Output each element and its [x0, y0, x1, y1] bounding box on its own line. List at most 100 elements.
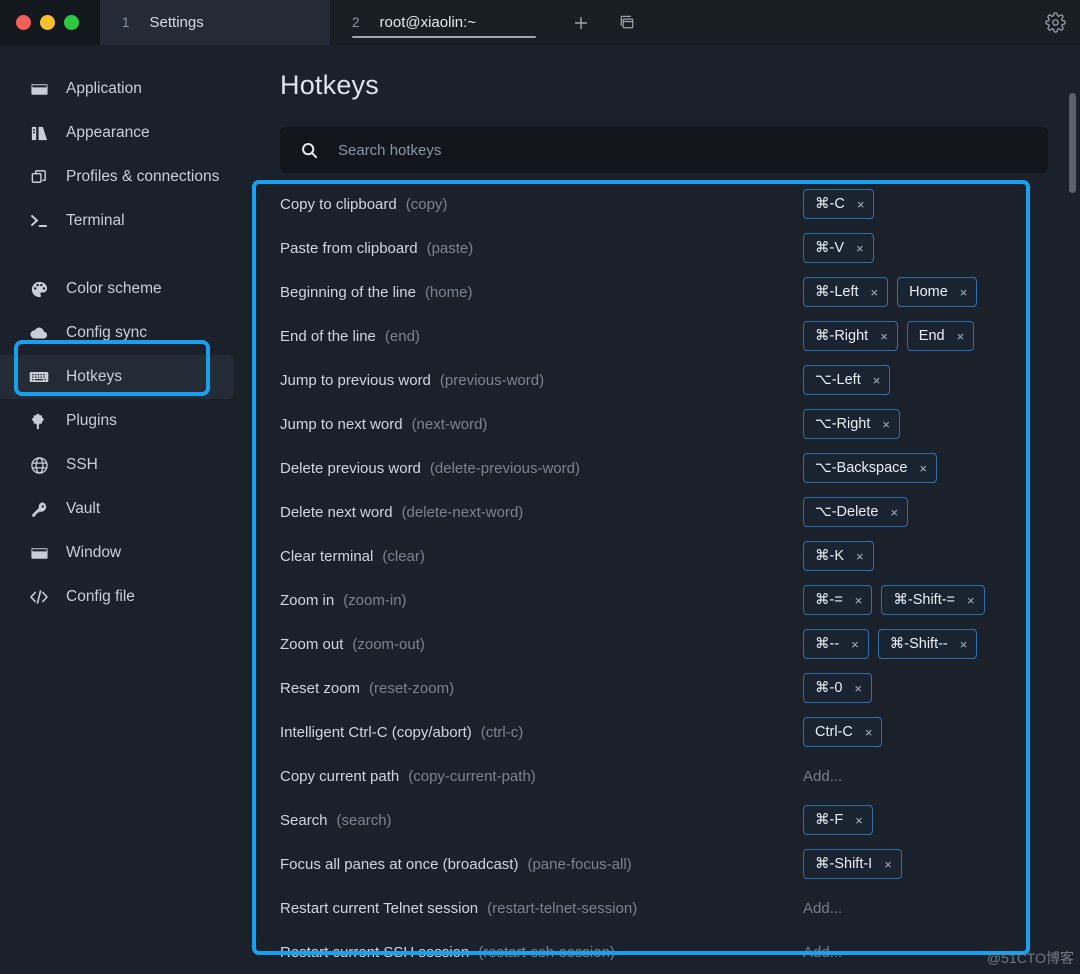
- hotkey-bindings: ⌘-Left × Home ×: [803, 277, 978, 307]
- remove-binding-icon[interactable]: ×: [960, 638, 968, 651]
- hotkey-id: (search): [336, 811, 392, 829]
- sidebar-item-config-sync[interactable]: Config sync: [0, 311, 250, 355]
- hotkey-chip[interactable]: ⌘-Right ×: [803, 321, 898, 351]
- sidebar-item-window[interactable]: Window: [0, 531, 250, 575]
- terminal-icon: [28, 210, 50, 232]
- hotkey-row[interactable]: Zoom in (zoom-in) ⌘-= × ⌘-Shift-= ×: [255, 578, 1060, 622]
- hotkey-bindings: ⌘-K ×: [803, 541, 874, 571]
- remove-binding-icon[interactable]: ×: [960, 286, 968, 299]
- hotkey-chip[interactable]: ⌘-Shift-- ×: [877, 629, 978, 659]
- sidebar-item-ssh[interactable]: SSH: [0, 443, 250, 487]
- maximize-window-button[interactable]: [64, 15, 79, 30]
- hotkey-chip[interactable]: Ctrl-C ×: [803, 717, 883, 747]
- hotkey-chip-label: ⌘-C: [815, 196, 845, 212]
- remove-binding-icon[interactable]: ×: [856, 550, 864, 563]
- hotkey-chip[interactable]: Home ×: [897, 277, 978, 307]
- remove-binding-icon[interactable]: ×: [884, 858, 892, 871]
- hotkey-row[interactable]: Delete next word (delete-next-word) ⌥-Dele…: [255, 490, 1060, 534]
- hotkey-row[interactable]: Focus all panes at once (broadcast) (pane…: [255, 842, 1060, 886]
- hotkey-list[interactable]: Copy to clipboard (copy) ⌘-C × Paste from cl…: [255, 182, 1060, 974]
- remove-binding-icon[interactable]: ×: [865, 726, 873, 739]
- hotkey-bindings: ⌘-V ×: [803, 233, 874, 263]
- minimize-window-button[interactable]: [40, 15, 55, 30]
- add-binding-button[interactable]: Add...: [803, 900, 842, 917]
- remove-binding-icon[interactable]: ×: [871, 286, 879, 299]
- tab-terminal[interactable]: 2 root@xiaolin:~: [330, 0, 558, 45]
- remove-binding-icon[interactable]: ×: [855, 594, 863, 607]
- hotkey-row[interactable]: Delete previous word (delete-previous-wor…: [255, 446, 1060, 490]
- sidebar-item-plugins[interactable]: Plugins: [0, 399, 250, 443]
- hotkey-chip[interactable]: ⌘-- ×: [803, 629, 869, 659]
- gear-icon[interactable]: [1030, 0, 1080, 45]
- new-tab-button[interactable]: [558, 0, 604, 45]
- hotkey-chip[interactable]: ⌥-Right ×: [803, 409, 900, 439]
- hotkey-chip[interactable]: ⌘-0 ×: [803, 673, 872, 703]
- hotkey-bindings: ⌥-Right ×: [803, 409, 900, 439]
- hotkey-chip[interactable]: ⌥-Delete ×: [803, 497, 909, 527]
- remove-binding-icon[interactable]: ×: [957, 330, 965, 343]
- sidebar-item-terminal[interactable]: Terminal: [0, 199, 250, 243]
- sidebar-item-appearance[interactable]: Appearance: [0, 111, 250, 155]
- hotkey-id: (paste): [426, 239, 474, 257]
- hotkey-row[interactable]: Paste from clipboard (paste) ⌘-V ×: [255, 226, 1060, 270]
- vertical-scrollbar[interactable]: [1069, 93, 1076, 193]
- sidebar-item-label: Plugins: [66, 412, 117, 429]
- hotkey-chip[interactable]: ⌘-Shift-= ×: [881, 585, 985, 615]
- hotkey-chip[interactable]: ⌘-Shift-I ×: [803, 849, 902, 879]
- new-window-icon[interactable]: [604, 0, 650, 45]
- hotkey-bindings: Add...: [803, 900, 842, 917]
- hotkey-row[interactable]: Reset zoom (reset-zoom) ⌘-0 ×: [255, 666, 1060, 710]
- tab-settings[interactable]: 1 Settings: [100, 0, 330, 45]
- profiles-icon: [28, 166, 50, 188]
- hotkey-row[interactable]: Beginning of the line (home) ⌘-Left × Home ×: [255, 270, 1060, 314]
- remove-binding-icon[interactable]: ×: [854, 682, 862, 695]
- hotkey-chip[interactable]: ⌘-= ×: [803, 585, 873, 615]
- close-window-button[interactable]: [16, 15, 31, 30]
- hotkey-row[interactable]: Copy to clipboard (copy) ⌘-C ×: [255, 182, 1060, 226]
- remove-binding-icon[interactable]: ×: [857, 198, 865, 211]
- hotkey-row[interactable]: Clear terminal (clear) ⌘-K ×: [255, 534, 1060, 578]
- remove-binding-icon[interactable]: ×: [919, 462, 927, 475]
- hotkey-row[interactable]: Copy current path (copy-current-path) Add.…: [255, 754, 1060, 798]
- add-binding-button[interactable]: Add...: [803, 768, 842, 785]
- remove-binding-icon[interactable]: ×: [851, 638, 859, 651]
- remove-binding-icon[interactable]: ×: [967, 594, 975, 607]
- sidebar-item-vault[interactable]: Vault: [0, 487, 250, 531]
- hotkey-id: (copy-current-path): [408, 767, 536, 785]
- hotkey-row[interactable]: Restart current SSH session (restart-ssh-…: [255, 930, 1060, 974]
- hotkey-row[interactable]: Jump to next word (next-word) ⌥-Right ×: [255, 402, 1060, 446]
- search-bar[interactable]: [280, 127, 1048, 173]
- hotkey-row[interactable]: End of the line (end) ⌘-Right × End ×: [255, 314, 1060, 358]
- remove-binding-icon[interactable]: ×: [873, 374, 881, 387]
- remove-binding-icon[interactable]: ×: [855, 814, 863, 827]
- sidebar-item-profiles[interactable]: Profiles & connections: [0, 155, 250, 199]
- remove-binding-icon[interactable]: ×: [890, 506, 898, 519]
- page-title: Hotkeys: [280, 70, 379, 100]
- hotkey-chip[interactable]: ⌥-Left ×: [803, 365, 891, 395]
- hotkey-row[interactable]: Intelligent Ctrl-C (copy/abort) (ctrl-c) C…: [255, 710, 1060, 754]
- hotkey-chip[interactable]: ⌥-Backspace ×: [803, 453, 938, 483]
- hotkey-label: Zoom in: [280, 591, 335, 609]
- globe-icon: [28, 454, 50, 476]
- sidebar-item-config-file[interactable]: Config file: [0, 575, 250, 619]
- search-input[interactable]: [338, 127, 1048, 173]
- hotkey-id: (restart-telnet-session): [487, 899, 638, 917]
- remove-binding-icon[interactable]: ×: [856, 242, 864, 255]
- tab-title: Settings: [149, 14, 204, 31]
- sidebar-item-color-scheme[interactable]: Color scheme: [0, 267, 250, 311]
- sidebar-item-hotkeys[interactable]: Hotkeys: [0, 355, 234, 399]
- hotkey-chip[interactable]: ⌘-Left ×: [803, 277, 889, 307]
- add-binding-button[interactable]: Add...: [803, 944, 842, 961]
- hotkey-chip[interactable]: ⌘-V ×: [803, 233, 874, 263]
- hotkey-row[interactable]: Jump to previous word (previous-word) ⌥-Le…: [255, 358, 1060, 402]
- hotkey-row[interactable]: Search (search) ⌘-F ×: [255, 798, 1060, 842]
- hotkey-chip[interactable]: ⌘-F ×: [803, 805, 873, 835]
- sidebar-item-application[interactable]: Application: [0, 67, 250, 111]
- hotkey-chip[interactable]: ⌘-K ×: [803, 541, 874, 571]
- remove-binding-icon[interactable]: ×: [882, 418, 890, 431]
- hotkey-row[interactable]: Restart current Telnet session (restart-t…: [255, 886, 1060, 930]
- hotkey-row[interactable]: Zoom out (zoom-out) ⌘-- × ⌘-Shift-- ×: [255, 622, 1060, 666]
- hotkey-chip[interactable]: End ×: [906, 321, 975, 351]
- remove-binding-icon[interactable]: ×: [880, 330, 888, 343]
- hotkey-chip[interactable]: ⌘-C ×: [803, 189, 875, 219]
